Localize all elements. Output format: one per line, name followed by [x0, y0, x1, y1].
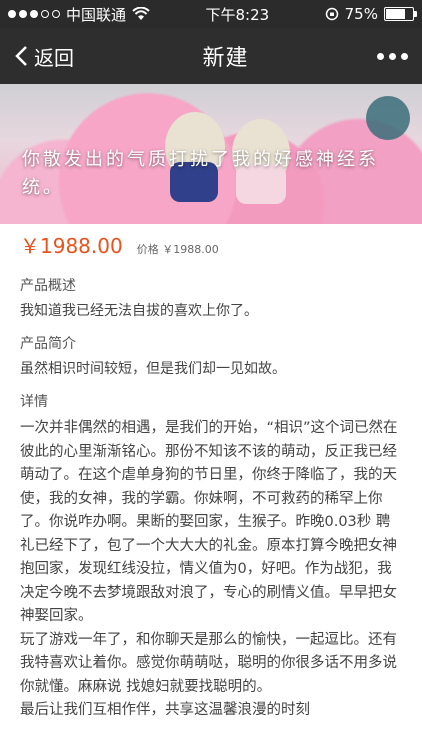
details-paragraph: 一次并非偶然的相遇，是我们的开始，“相识”这个词已然在彼此的心里渐渐铭心。那份不…	[20, 420, 398, 624]
carrier-label: 中国联通	[66, 5, 127, 24]
page-title: 新建	[202, 46, 249, 71]
status-bar: 中国联通 下午8:23 75%	[0, 0, 422, 28]
signal-strength-icon	[8, 10, 60, 18]
details-paragraph: 玩了游戏一年了，和你聊天是那么的愉快，一起逗比。还有我特喜欢让着你。感觉你萌萌哒…	[20, 631, 397, 695]
product-banner-image: 你散发出的气质打扰了我的好感神经系统。	[0, 84, 422, 224]
navigation-bar: 返回 新建	[0, 28, 422, 84]
intro-label: 产品简介	[20, 336, 76, 352]
brand-logo-icon	[366, 96, 410, 140]
original-price: 价格 ￥1988.00	[136, 243, 219, 256]
overview-text: 我知道我已经无法自拔的喜欢上你了。	[20, 303, 258, 319]
product-overview-section: 产品概述 我知道我已经无法自拔的喜欢上你了。	[0, 275, 422, 321]
battery-percent: 75%	[344, 5, 378, 23]
rotation-lock-icon	[325, 7, 338, 21]
current-price: ￥1988.00	[20, 234, 123, 258]
intro-text: 虽然相识时间较短，但是我们却一见如故。	[20, 361, 286, 377]
back-label: 返回	[34, 45, 74, 70]
chevron-left-icon	[15, 46, 27, 66]
details-section: 详情 一次并非偶然的相遇，是我们的开始，“相识”这个词已然在彼此的心里渐渐铭心。…	[0, 391, 422, 723]
status-time: 下午8:23	[205, 5, 270, 24]
battery-icon	[383, 7, 417, 21]
price-row: ￥1988.00 价格 ￥1988.00	[0, 224, 422, 263]
overview-label: 产品概述	[20, 278, 76, 294]
details-label: 详情	[20, 394, 48, 410]
product-intro-section: 产品简介 虽然相识时间较短，但是我们却一见如故。	[0, 333, 422, 379]
details-body: 一次并非偶然的相遇，是我们的开始，“相识”这个词已然在彼此的心里渐渐铭心。那份不…	[20, 417, 402, 723]
wifi-icon	[132, 7, 150, 20]
back-button[interactable]: 返回	[14, 42, 74, 71]
banner-overlay-text: 你散发出的气质打扰了我的好感神经系统。	[22, 149, 379, 198]
details-paragraph: 最后让我们互相作伴，共享这温馨浪漫的时刻	[20, 702, 310, 718]
more-menu-button[interactable]	[376, 52, 408, 60]
